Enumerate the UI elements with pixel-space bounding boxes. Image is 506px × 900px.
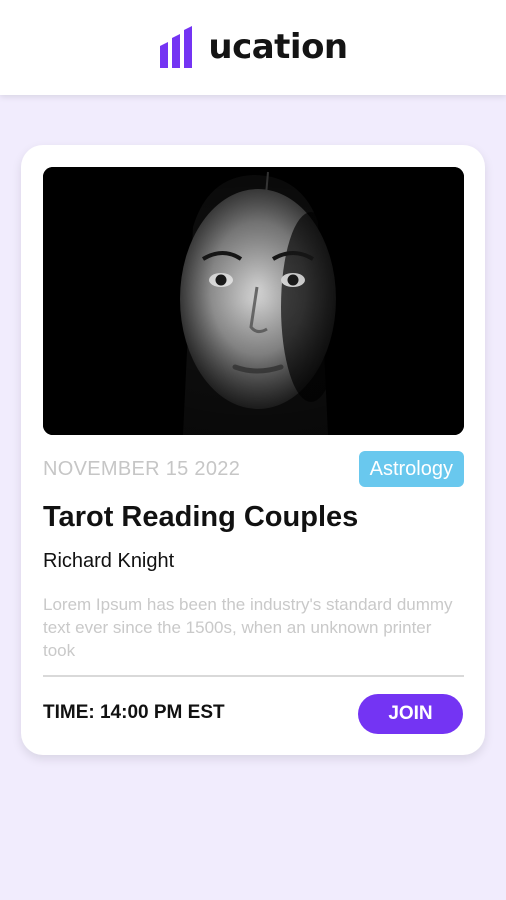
event-title: Tarot Reading Couples [43, 501, 359, 533]
brand-logo[interactable]: ucation [158, 24, 348, 70]
event-host: Richard Knight [43, 550, 175, 572]
bar-chart-logo-icon [160, 25, 193, 68]
brand-name: ucation [208, 26, 348, 67]
portrait-photo [43, 167, 464, 435]
event-card: NOVEMBER 15 2022 Astrology Tarot Reading… [21, 145, 485, 755]
event-photo [43, 167, 464, 435]
divider [43, 675, 464, 677]
event-description: Lorem Ipsum has been the industry's stan… [43, 595, 453, 660]
join-button[interactable]: JOIN [358, 694, 463, 734]
app-header: ucation [0, 0, 506, 95]
category-tag[interactable]: Astrology [358, 451, 464, 487]
event-date: NOVEMBER 15 2022 [43, 458, 241, 480]
event-time: TIME: 14:00 PM EST [43, 702, 225, 723]
